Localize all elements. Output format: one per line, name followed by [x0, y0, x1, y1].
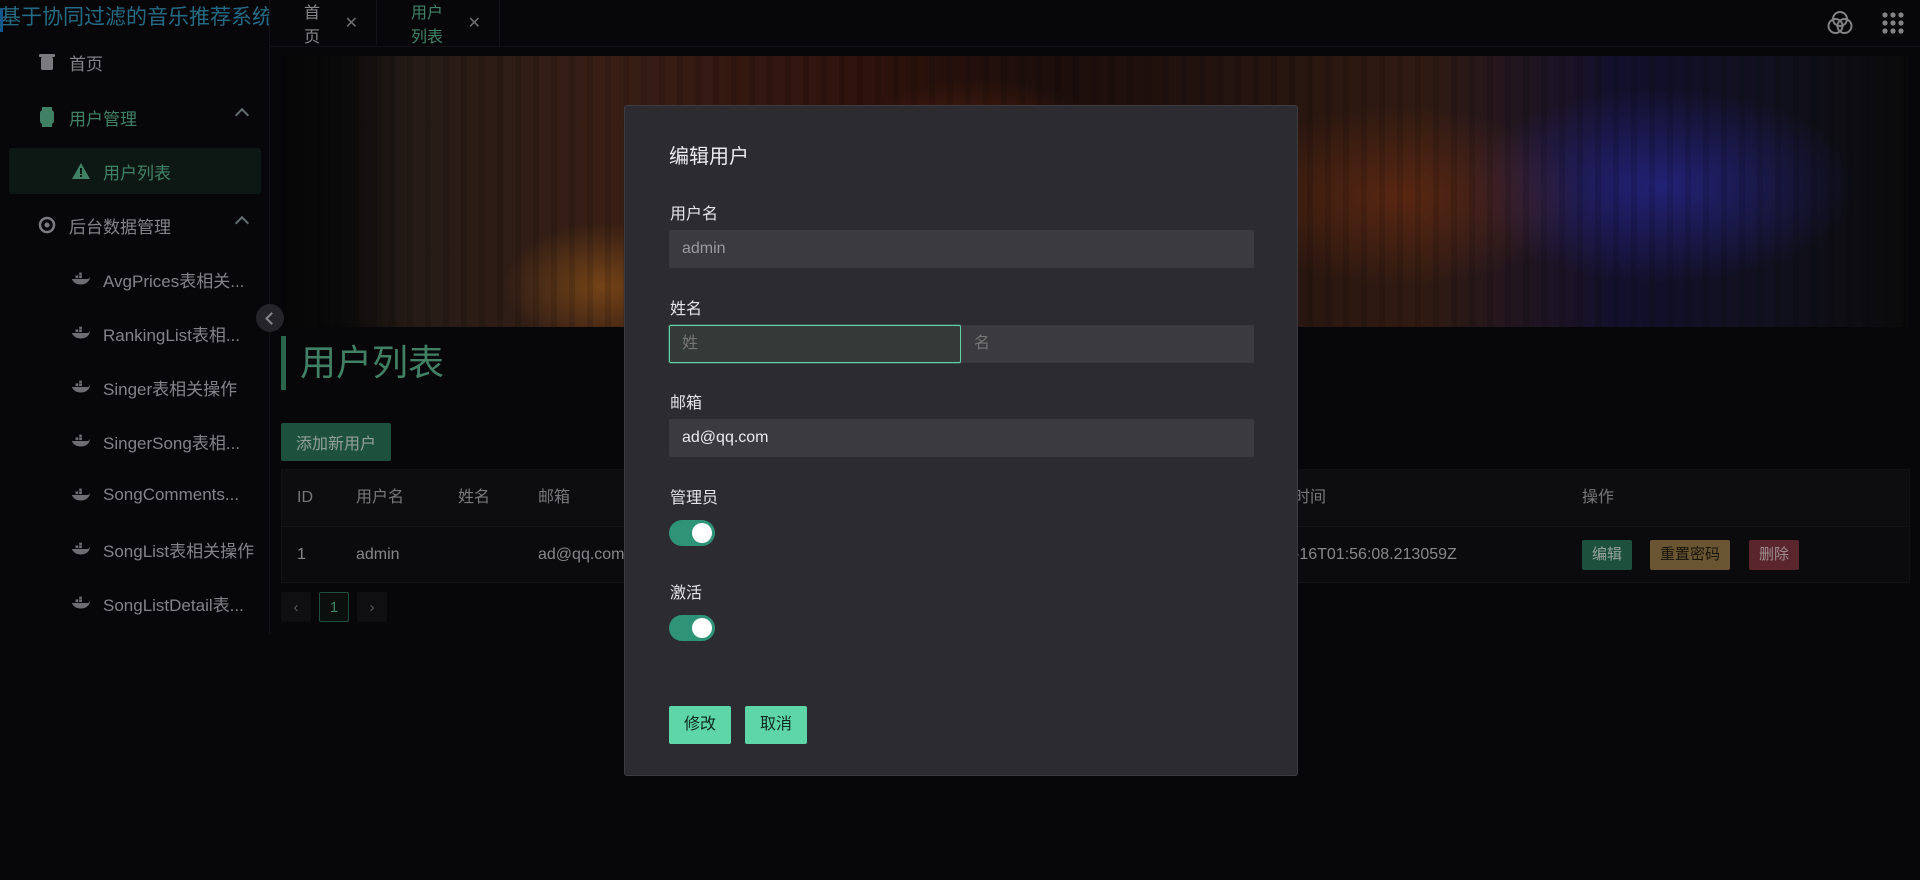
name-label: 姓名	[670, 301, 703, 318]
active-label: 激活	[670, 585, 703, 602]
email-input[interactable]	[669, 419, 1254, 457]
cancel-button[interactable]: 取消	[745, 706, 808, 744]
submit-button[interactable]: 修改	[669, 706, 732, 744]
admin-label: 管理员	[670, 490, 719, 507]
username-label: 用户名	[670, 206, 719, 223]
edit-user-dialog: 编辑用户 用户名 姓名 邮箱 管理员 激活 修改 取消	[624, 105, 1298, 776]
username-input[interactable]	[669, 230, 1254, 268]
surname-input[interactable]	[669, 325, 961, 363]
active-toggle[interactable]	[669, 615, 715, 641]
given-name-input[interactable]	[961, 325, 1254, 363]
email-label: 邮箱	[670, 395, 703, 412]
dialog-title: 编辑用户	[669, 146, 749, 168]
admin-toggle[interactable]	[669, 520, 715, 546]
